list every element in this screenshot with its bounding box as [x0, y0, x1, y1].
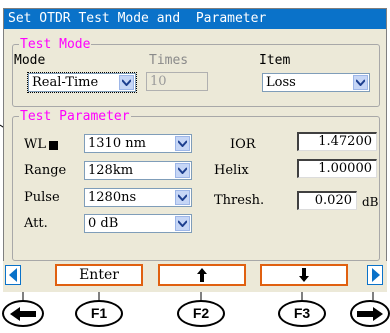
- chevron-down-icon: [178, 140, 187, 147]
- att-dropdown-button[interactable]: [175, 216, 190, 231]
- left-triangle-icon: [9, 268, 17, 282]
- settings-window: Set OTDR Test Mode and Parameter Test Mo…: [3, 8, 387, 292]
- wl-indicator: [49, 141, 58, 150]
- f3-hardware-key[interactable]: F3: [278, 300, 326, 327]
- right-triangle-icon: [372, 268, 380, 282]
- test-mode-legend: Test Mode: [20, 37, 91, 52]
- range-label: Range: [24, 163, 67, 178]
- range-select[interactable]: 128km: [84, 161, 192, 180]
- f3-down-button[interactable]: [260, 264, 348, 286]
- f1-enter-button[interactable]: Enter: [55, 264, 143, 286]
- att-select[interactable]: 0 dB: [84, 214, 192, 233]
- chevron-down-icon: [178, 167, 187, 174]
- f1-hardware-key[interactable]: F1: [75, 300, 123, 327]
- test-parameter-legend: Test Parameter: [20, 109, 130, 124]
- thresh-label: Thresh.: [214, 193, 265, 208]
- mode-select[interactable]: Real-Time: [27, 72, 137, 93]
- f2-hardware-key[interactable]: F2: [177, 300, 225, 327]
- softkey-bar: Enter: [3, 261, 387, 292]
- wl-select[interactable]: 1310 nm: [84, 134, 192, 153]
- times-value: 10: [150, 74, 167, 89]
- chevron-down-icon: [356, 79, 365, 86]
- times-label: Times: [149, 53, 189, 68]
- chevron-down-icon: [178, 220, 187, 227]
- pulse-select[interactable]: 1280ns: [84, 188, 192, 207]
- right-hardware-key[interactable]: [350, 300, 390, 327]
- right-arrow-icon: [357, 307, 383, 321]
- mode-label: Mode: [14, 53, 46, 68]
- chevron-down-icon: [178, 194, 187, 201]
- wl-label: WL: [24, 137, 46, 152]
- att-value: 0 dB: [88, 216, 119, 231]
- left-hardware-key[interactable]: [2, 300, 44, 327]
- att-label: Att.: [24, 216, 48, 231]
- range-value: 128km: [88, 163, 134, 178]
- range-dropdown-button[interactable]: [175, 163, 190, 178]
- down-arrow-icon: [299, 268, 309, 282]
- window-title: Set OTDR Test Mode and Parameter: [4, 9, 386, 29]
- f2-up-button[interactable]: [158, 264, 246, 286]
- ior-label: IOR: [230, 137, 256, 152]
- ior-input[interactable]: 1.47200: [297, 132, 377, 151]
- up-arrow-icon: [197, 268, 207, 282]
- mode-value: Real-Time: [32, 75, 99, 90]
- pulse-value: 1280ns: [88, 190, 137, 205]
- wl-value: 1310 nm: [88, 136, 146, 151]
- mode-dropdown-button[interactable]: [119, 75, 134, 90]
- helix-label: Helix: [214, 163, 249, 178]
- item-label: Item: [259, 53, 291, 68]
- times-input: 10: [146, 72, 208, 91]
- chevron-down-icon: [122, 79, 131, 86]
- wl-dropdown-button[interactable]: [175, 136, 190, 151]
- left-arrow-icon: [10, 307, 36, 321]
- item-value: Loss: [266, 75, 296, 90]
- pulse-dropdown-button[interactable]: [175, 190, 190, 205]
- next-button[interactable]: [367, 265, 383, 285]
- item-select[interactable]: Loss: [262, 73, 370, 92]
- prev-button[interactable]: [5, 265, 21, 285]
- thresh-input[interactable]: 0.020: [297, 191, 357, 210]
- pulse-label: Pulse: [24, 190, 60, 205]
- item-dropdown-button[interactable]: [353, 75, 368, 90]
- thresh-unit: dB: [362, 195, 379, 209]
- helix-input[interactable]: 1.00000: [297, 159, 377, 178]
